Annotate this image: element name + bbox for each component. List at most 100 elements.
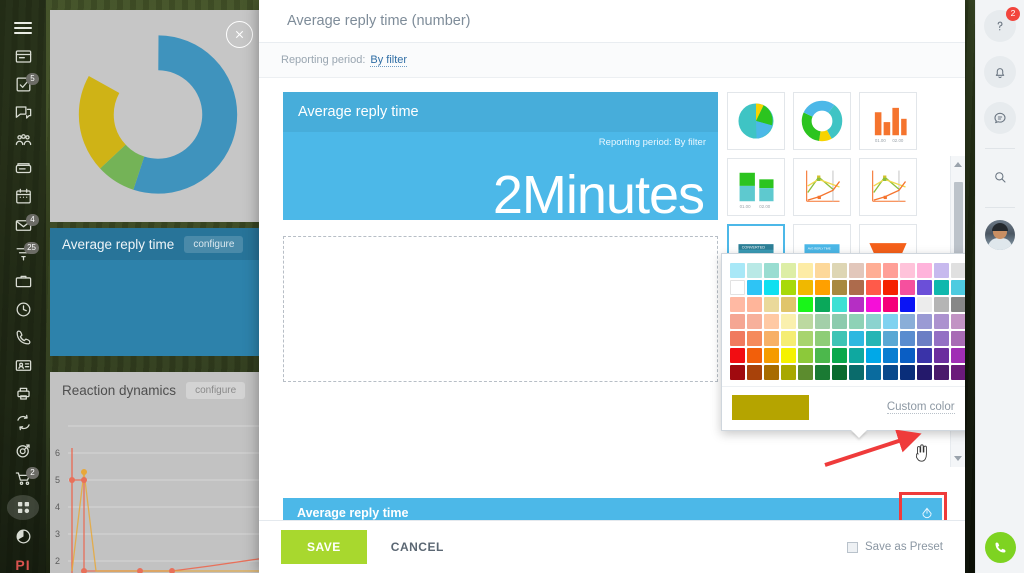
color-swatch-1-13[interactable] xyxy=(951,280,965,295)
color-swatch-3-10[interactable] xyxy=(900,314,915,329)
color-swatch-4-0[interactable] xyxy=(730,331,745,346)
color-swatch-2-10[interactable] xyxy=(900,297,915,312)
sidebar-item-groups[interactable] xyxy=(0,127,46,155)
color-swatch-3-4[interactable] xyxy=(798,314,813,329)
sidebar-item-chat[interactable] xyxy=(0,98,46,126)
sidebar-item-calendar[interactable] xyxy=(0,183,46,211)
search-button[interactable] xyxy=(984,161,1016,193)
color-swatch-1-5[interactable] xyxy=(815,280,830,295)
color-swatch-4-2[interactable] xyxy=(764,331,779,346)
sidebar-item-time[interactable] xyxy=(0,295,46,323)
color-swatch-5-4[interactable] xyxy=(798,348,813,363)
color-swatch-5-0[interactable] xyxy=(730,348,745,363)
color-swatch-5-13[interactable] xyxy=(951,348,965,363)
cancel-button[interactable]: CANCEL xyxy=(391,540,444,554)
bar-chart-type[interactable]: 01.00 02.00 xyxy=(859,92,917,150)
save-button[interactable]: SAVE xyxy=(281,530,367,564)
color-swatch-6-5[interactable] xyxy=(815,365,830,380)
color-swatch-0-1[interactable] xyxy=(747,263,762,278)
call-button[interactable] xyxy=(984,532,1016,563)
color-swatch-1-1[interactable] xyxy=(747,280,762,295)
color-swatch-5-2[interactable] xyxy=(764,348,779,363)
color-swatch-2-6[interactable] xyxy=(832,297,847,312)
color-swatch-4-3[interactable] xyxy=(781,331,796,346)
scroll-down-arrow-icon[interactable] xyxy=(954,456,962,461)
color-swatch-4-8[interactable] xyxy=(866,331,881,346)
color-swatch-4-13[interactable] xyxy=(951,331,965,346)
color-swatch-2-11[interactable] xyxy=(917,297,932,312)
color-swatch-2-1[interactable] xyxy=(747,297,762,312)
sidebar-item-menu[interactable] xyxy=(0,14,46,42)
color-swatch-5-8[interactable] xyxy=(866,348,881,363)
color-swatch-2-13[interactable] xyxy=(951,297,965,312)
color-swatch-3-3[interactable] xyxy=(781,314,796,329)
help-button[interactable]: 2 xyxy=(984,7,1020,42)
color-swatch-2-7[interactable] xyxy=(849,297,864,312)
color-swatch-3-9[interactable] xyxy=(883,314,898,329)
save-as-preset-checkbox[interactable]: Save as Preset xyxy=(847,541,943,553)
color-swatch-2-3[interactable] xyxy=(781,297,796,312)
sidebar-item-mail[interactable]: 4 xyxy=(0,211,46,239)
color-swatch-3-6[interactable] xyxy=(832,314,847,329)
sidebar-item-apps[interactable] xyxy=(7,495,39,520)
color-swatch-0-11[interactable] xyxy=(917,263,932,278)
messenger-button[interactable] xyxy=(984,102,1016,134)
color-swatch-0-7[interactable] xyxy=(849,263,864,278)
color-swatch-0-13[interactable] xyxy=(951,263,965,278)
color-swatch-1-2[interactable] xyxy=(764,280,779,295)
notifications-button[interactable] xyxy=(984,56,1016,88)
color-swatch-3-0[interactable] xyxy=(730,314,745,329)
sidebar-item-store[interactable]: 2 xyxy=(0,464,46,492)
color-swatch-4-10[interactable] xyxy=(900,331,915,346)
color-swatch-6-10[interactable] xyxy=(900,365,915,380)
color-swatch-3-2[interactable] xyxy=(764,314,779,329)
color-swatch-0-6[interactable] xyxy=(832,263,847,278)
color-swatch-5-1[interactable] xyxy=(747,348,762,363)
color-swatch-0-10[interactable] xyxy=(900,263,915,278)
recolor-button[interactable] xyxy=(915,501,938,520)
color-swatch-6-6[interactable] xyxy=(832,365,847,380)
sidebar-item-tasks[interactable]: 5 xyxy=(0,70,46,98)
color-swatch-2-4[interactable] xyxy=(798,297,813,312)
color-swatch-3-8[interactable] xyxy=(866,314,881,329)
color-swatch-2-0[interactable] xyxy=(730,297,745,312)
color-swatch-6-7[interactable] xyxy=(849,365,864,380)
sidebar-item-inventory[interactable] xyxy=(0,380,46,408)
color-swatch-6-3[interactable] xyxy=(781,365,796,380)
sidebar-item-recent[interactable] xyxy=(0,523,46,551)
sidebar-item-workspace[interactable] xyxy=(0,267,46,295)
line-chart-type[interactable] xyxy=(793,158,851,216)
pie-chart-type[interactable] xyxy=(727,92,785,150)
color-swatch-5-5[interactable] xyxy=(815,348,830,363)
color-swatch-1-8[interactable] xyxy=(866,280,881,295)
color-swatch-1-6[interactable] xyxy=(832,280,847,295)
color-swatch-5-12[interactable] xyxy=(934,348,949,363)
color-swatch-0-0[interactable] xyxy=(730,263,745,278)
color-swatch-0-5[interactable] xyxy=(815,263,830,278)
close-button[interactable] xyxy=(226,21,253,48)
color-swatch-6-12[interactable] xyxy=(934,365,949,380)
color-swatch-1-10[interactable] xyxy=(900,280,915,295)
color-swatch-4-12[interactable] xyxy=(934,331,949,346)
color-swatch-2-5[interactable] xyxy=(815,297,830,312)
color-swatch-5-3[interactable] xyxy=(781,348,796,363)
color-swatch-4-11[interactable] xyxy=(917,331,932,346)
color-swatch-0-3[interactable] xyxy=(781,263,796,278)
sidebar-item-contacts[interactable] xyxy=(0,352,46,380)
donut-chart-type[interactable] xyxy=(793,92,851,150)
color-swatch-3-11[interactable] xyxy=(917,314,932,329)
configure-button[interactable]: configure xyxy=(186,381,246,399)
color-swatch-0-9[interactable] xyxy=(883,263,898,278)
user-avatar[interactable] xyxy=(985,220,1015,250)
color-swatch-5-11[interactable] xyxy=(917,348,932,363)
color-swatch-1-11[interactable] xyxy=(917,280,932,295)
color-swatch-6-13[interactable] xyxy=(951,365,965,380)
sidebar-item-marketing[interactable] xyxy=(0,436,46,464)
color-swatch-5-10[interactable] xyxy=(900,348,915,363)
area-line-chart-type[interactable] xyxy=(859,158,917,216)
color-swatch-5-6[interactable] xyxy=(832,348,847,363)
color-swatch-6-9[interactable] xyxy=(883,365,898,380)
color-swatch-3-7[interactable] xyxy=(849,314,864,329)
color-swatch-1-4[interactable] xyxy=(798,280,813,295)
color-swatch-2-9[interactable] xyxy=(883,297,898,312)
